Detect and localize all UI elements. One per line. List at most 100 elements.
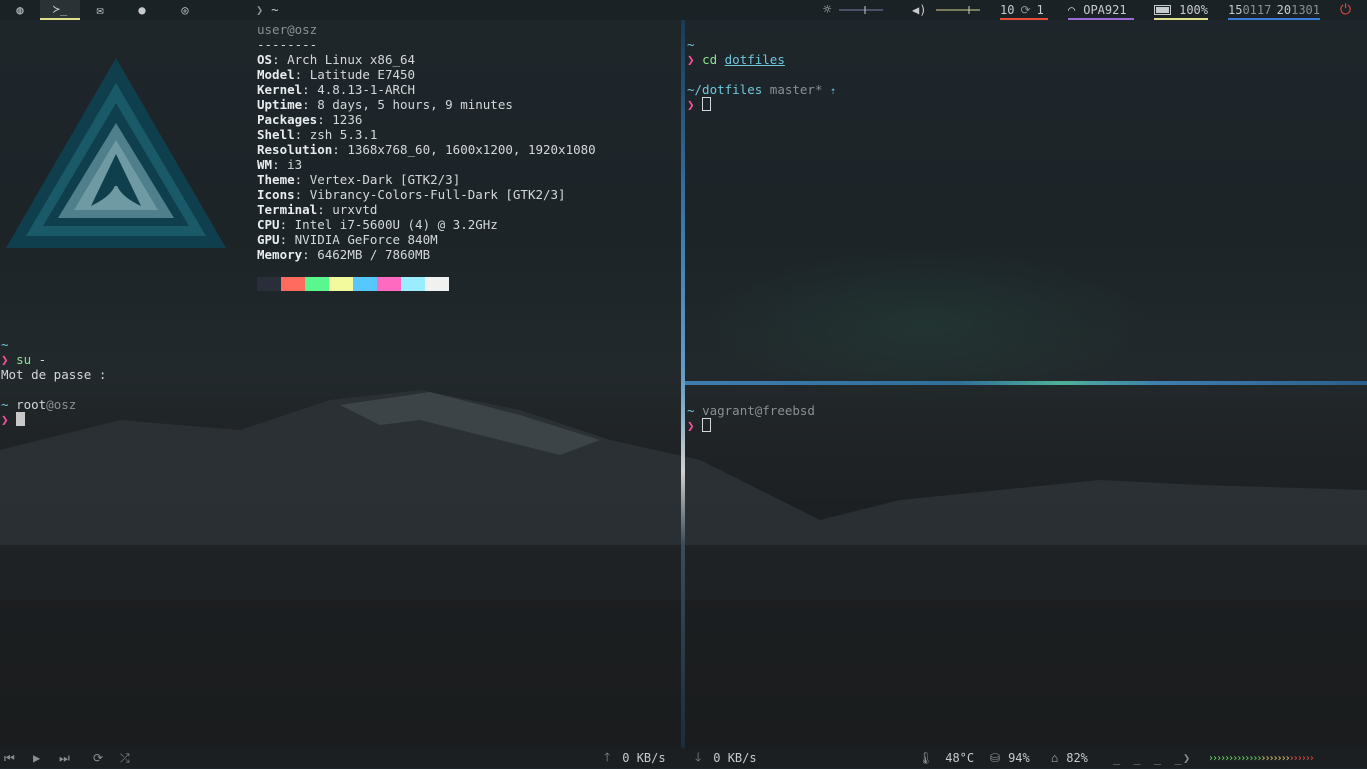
neofetch-title: user@osz [257, 22, 318, 37]
upload-speed: 🡑 0 KB/s [604, 748, 666, 768]
neofetch-row: Kernel: 4.8.13-1-ARCH [257, 82, 416, 97]
neofetch-value: 6462MB / 7860MB [317, 247, 431, 262]
shuffle-button[interactable]: ⤮ [120, 748, 130, 768]
battery-icon [1154, 5, 1172, 15]
bottom-bar: ⏮ ▶ ⏭ ⟳ ⤮ 🡑 0 KB/s 🡓 0 KB/s 🌡 48°C ⛁ 94%… [0, 748, 1367, 768]
download-speed: 🡓 0 KB/s [695, 748, 757, 768]
repeat-button[interactable]: ⟳ [93, 748, 103, 768]
workspace-mail[interactable]: ✉ [80, 0, 120, 20]
git-branch: master* [769, 82, 823, 97]
color-swatch [425, 277, 449, 291]
previous-track-button[interactable]: ⏮ [4, 748, 15, 768]
neofetch-value: 1236 [332, 112, 363, 127]
top-bar: ◍ ≻_ ✉ ● ◎ ❯ ~ ☼ ◀) 10 ⟳ 1 ◠ OPA921 100%… [0, 0, 1367, 20]
color-swatch [377, 277, 401, 291]
power-icon: ⏻ [1340, 2, 1352, 18]
window-title: ❯ ~ [256, 3, 279, 17]
next-icon: ⏭ [59, 750, 70, 765]
updates-indicator[interactable]: 10 ⟳ 1 [1000, 0, 1048, 20]
git-ahead-icon: ⇡ [830, 86, 837, 97]
home-icon: ⌂ [1051, 751, 1059, 765]
right-bottom-terminal[interactable]: ~ vagrant@freebsd ❯ [687, 403, 815, 433]
workload-indicator: _ _ _ _ [1113, 748, 1185, 768]
mail-icon: ✉ [96, 3, 104, 17]
prompt-symbol: ❯ [1, 352, 9, 367]
battery-indicator[interactable]: 100% [1154, 0, 1208, 20]
volume-slider[interactable] [936, 5, 981, 15]
play-icon: ▶ [33, 751, 41, 765]
neofetch-row: Uptime: 8 days, 5 hours, 9 minutes [257, 97, 513, 112]
prompt-path: ~ [1, 337, 9, 352]
terminal-cursor [702, 418, 712, 432]
aurora-glow [700, 250, 1150, 400]
brightness-slider[interactable] [839, 5, 884, 15]
neofetch-row: Resolution: 1368x768_60, 1600x1200, 1920… [257, 142, 596, 157]
neofetch-key: Kernel [257, 82, 303, 97]
terminal-icon: ≻_ [52, 2, 68, 16]
neofetch-key: WM [257, 157, 273, 172]
neofetch-value: NVIDIA GeForce 840M [294, 232, 438, 247]
temperature: 🌡 48°C [918, 751, 975, 765]
clock[interactable]: 15 0117 20 1301 [1228, 0, 1320, 20]
neofetch-key: Terminal [257, 202, 318, 217]
neofetch-value: zsh 5.3.1 [309, 127, 378, 142]
neofetch-row: Terminal: urxvtd [257, 202, 378, 217]
arch-logo [6, 58, 226, 248]
neofetch-value: Arch Linux x86_64 [287, 52, 416, 67]
neofetch-value: i3 [287, 157, 303, 172]
neofetch-value: Latitude E7450 [309, 67, 416, 82]
prompt-path: ~/dotfiles [687, 82, 763, 97]
wifi-indicator[interactable]: ◠ OPA921 [1068, 0, 1134, 20]
color-swatch [305, 277, 329, 291]
repeat-icon: ⟳ [93, 751, 104, 765]
arrow-down-icon: 🡓 [695, 749, 702, 764]
thermometer-icon: 🌡 [918, 751, 934, 765]
right-top-terminal[interactable]: ~ ❯ cd dotfiles ~/dotfiles master* ⇡ ❯ [687, 37, 836, 112]
workspace-web[interactable]: ◍ [0, 0, 40, 20]
chevron-right-icon: ❯ [256, 3, 264, 17]
shuffle-icon: ⤮ [120, 750, 130, 765]
next-track-button[interactable]: ⏭ [59, 748, 70, 768]
color-swatch [281, 277, 305, 291]
pane-divider-horizontal[interactable] [685, 381, 1367, 385]
power-button[interactable]: ⏻ [1340, 0, 1351, 20]
neofetch-key: Uptime [257, 97, 303, 112]
previous-icon: ⏮ [4, 750, 15, 765]
command-arg: dotfiles [724, 52, 785, 67]
root-user: root [16, 397, 47, 412]
neofetch-value: Vertex-Dark [GTK2/3] [309, 172, 461, 187]
color-swatch [257, 277, 281, 291]
workspace-games[interactable]: ◎ [165, 0, 205, 20]
neofetch-row: Memory: 6462MB / 7860MB [257, 247, 431, 262]
neofetch-row: Icons: Vibrancy-Colors-Full-Dark [GTK2/3… [257, 187, 566, 202]
command: su [16, 352, 32, 367]
neofetch-row: Theme: Vertex-Dark [GTK2/3] [257, 172, 461, 187]
volume-icon: ◀) [912, 3, 927, 17]
neofetch-value: 4.8.13-1-ARCH [317, 82, 416, 97]
neofetch-key: Theme [257, 172, 295, 187]
brightness-control[interactable]: ☼ [823, 0, 884, 20]
neofetch-key: Packages [257, 112, 318, 127]
home-usage: ⌂ 82% [1051, 751, 1088, 765]
prompt-symbol: ❯ [687, 52, 695, 67]
play-button[interactable]: ▶ [33, 748, 40, 768]
color-swatch [401, 277, 425, 291]
neofetch-key: OS [257, 52, 273, 67]
neofetch-value: Intel i7-5600U (4) @ 3.2GHz [294, 217, 498, 232]
password-prompt: Mot de passe : [1, 367, 107, 382]
left-terminal[interactable]: ~ ❯ su - Mot de passe : ~ root@osz ❯ [1, 337, 106, 427]
color-swatch [329, 277, 353, 291]
neofetch-value: Vibrancy-Colors-Full-Dark [GTK2/3] [309, 187, 566, 202]
root-host: @osz [46, 397, 77, 412]
volume-control[interactable]: ◀) [912, 0, 981, 20]
prompt-symbol: ❯ [687, 418, 695, 433]
neofetch-row: WM: i3 [257, 157, 303, 172]
color-palette [257, 277, 596, 292]
terminal-cursor [16, 412, 26, 426]
neofetch-output: user@osz -------- OS: Arch Linux x86_64 M… [257, 22, 596, 292]
neofetch-separator: -------- [257, 37, 318, 52]
workspace-chat[interactable]: ● [122, 0, 162, 20]
refresh-icon: ⟳ [1020, 3, 1031, 17]
neofetch-key: Model [257, 67, 295, 82]
workspace-terminal[interactable]: ≻_ [40, 0, 80, 20]
